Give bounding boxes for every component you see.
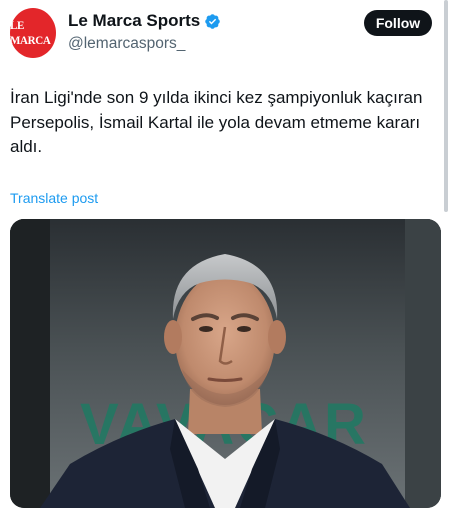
scrollbar[interactable]	[444, 0, 448, 212]
avatar[interactable]: LE MARCA	[10, 8, 56, 58]
post-text: İran Ligi'nde son 9 yılda ikinci kez şam…	[10, 88, 423, 156]
post-media-image[interactable]: VAVACAR	[10, 219, 441, 508]
author-display-name[interactable]: Le Marca Sports	[68, 11, 200, 31]
man-portrait-photo: VAVACAR	[10, 219, 441, 508]
author-name-row[interactable]: Le Marca Sports	[68, 11, 221, 31]
follow-button[interactable]: Follow	[364, 10, 432, 36]
author-handle[interactable]: @lemarcaspors_	[68, 35, 221, 53]
verified-badge-icon	[205, 13, 221, 29]
translate-post-link[interactable]: Translate post	[10, 190, 98, 206]
avatar-text: LE MARCA	[10, 18, 51, 47]
author-info: Le Marca Sports @lemarcaspors_	[68, 11, 221, 53]
